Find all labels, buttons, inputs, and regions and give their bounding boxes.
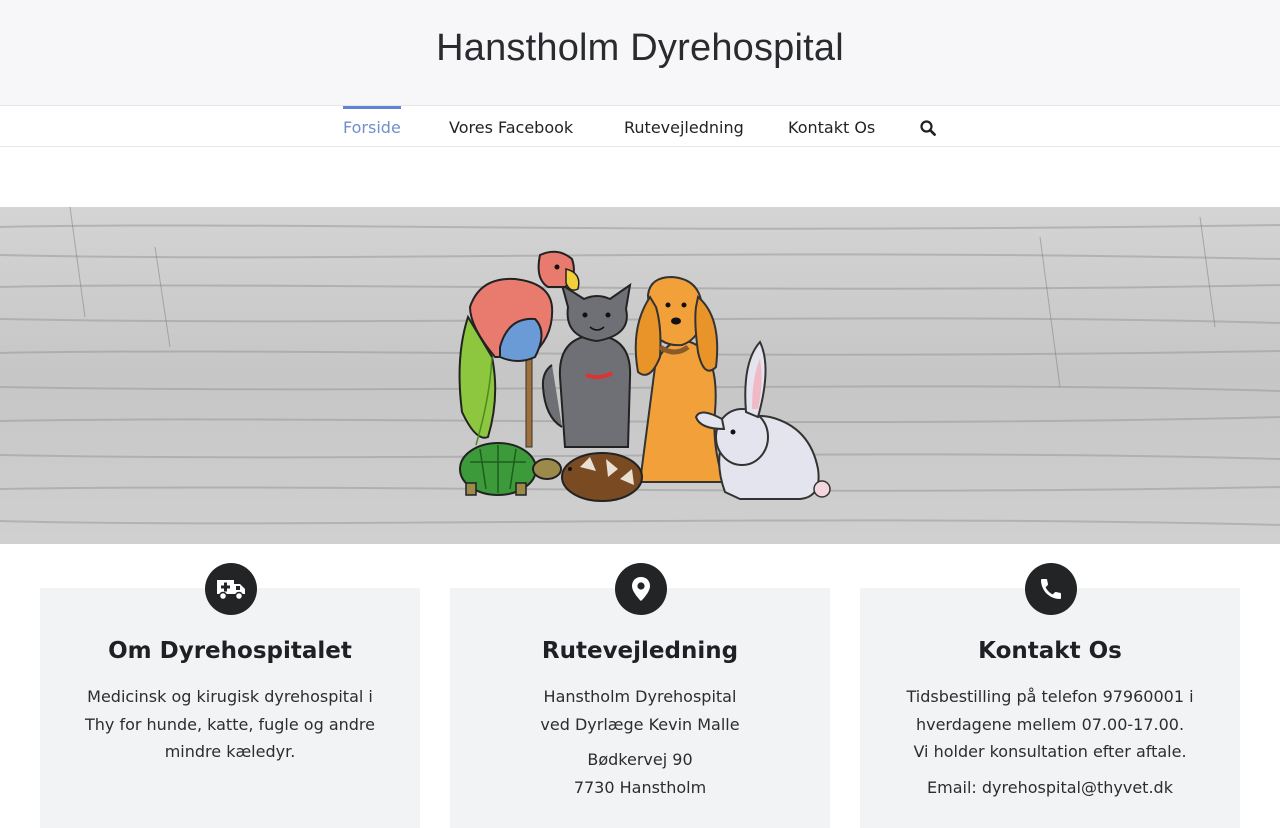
card-title: Rutevejledning — [541, 638, 739, 664]
card-line: Vi holder konsultation efter aftale. — [913, 742, 1187, 761]
search-icon[interactable] — [920, 120, 936, 136]
hero-illustration — [0, 207, 1280, 544]
card-text: Hanstholm Dyrehospital ved Dyrlæge Kevin… — [480, 683, 800, 801]
hero-banner — [0, 207, 1280, 544]
site-header: Hanstholm Dyrehospital — [0, 0, 1280, 106]
card-text: Tidsbestilling på telefon 97960001 i hve… — [890, 683, 1210, 801]
email-link[interactable]: Email: dyrehospital@thyvet.dk — [890, 774, 1210, 802]
card-line: Tidsbestilling på telefon 97960001 i — [906, 687, 1194, 706]
card-text: Medicinsk og kirugisk dyrehospital i Thy… — [70, 683, 390, 766]
nav-item-facebook[interactable]: Vores Facebook — [449, 106, 573, 146]
card-line: Bødkervej 90 — [587, 750, 693, 769]
nav-item-forside[interactable]: Forside — [343, 106, 401, 146]
phone-icon — [1025, 563, 1077, 615]
card-om-dyrehospitalet: Om Dyrehospitalet Medicinsk og kirugisk … — [40, 588, 420, 828]
card-line: 7730 Hanstholm — [573, 777, 707, 797]
card-line: ved Dyrlæge Kevin Malle — [540, 714, 740, 734]
card-line: Hanstholm Dyrehospital — [543, 687, 737, 706]
site-title[interactable]: Hanstholm Dyrehospital — [0, 27, 1280, 70]
nav-item-kontakt[interactable]: Kontakt Os — [788, 106, 875, 146]
card-line: mindre kæledyr. — [164, 742, 296, 761]
card-line: Medicinsk og kirugisk dyrehospital i — [87, 687, 373, 706]
card-rutevejledning: Rutevejledning Hanstholm Dyrehospital ve… — [450, 588, 830, 828]
ambulance-icon — [205, 563, 257, 615]
card-line: hverdagene mellem 07.00-17.00. — [915, 714, 1185, 734]
card-kontakt-os: Kontakt Os Tidsbestilling på telefon 979… — [860, 588, 1240, 828]
card-line: Thy for hunde, katte, fugle og andre — [84, 714, 375, 734]
card-title: Kontakt Os — [978, 638, 1122, 664]
card-title: Om Dyrehospitalet — [108, 638, 352, 664]
main-nav: Forside Vores Facebook Rutevejledning Ko… — [0, 106, 1280, 147]
map-marker-icon — [615, 563, 667, 615]
nav-item-rutevejledning[interactable]: Rutevejledning — [624, 106, 744, 146]
